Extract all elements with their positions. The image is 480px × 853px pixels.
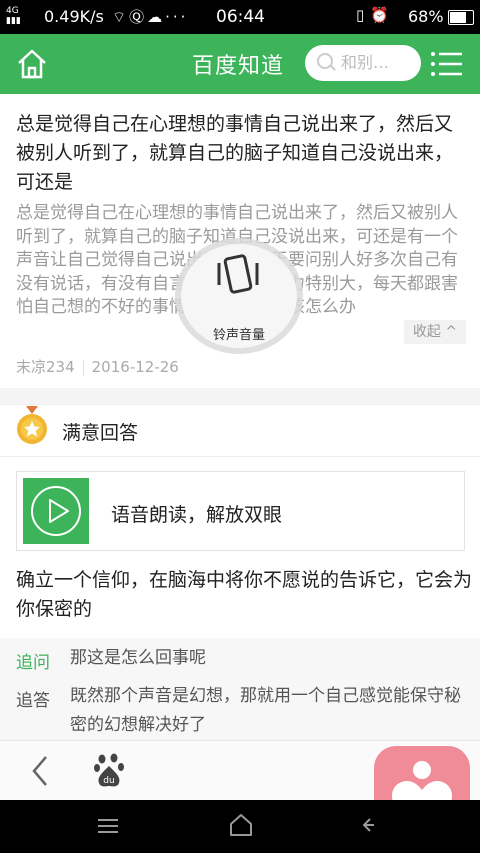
collapse-label: 收起: [412, 324, 441, 340]
cloud-icon: ☁: [147, 8, 166, 26]
answer-section-title: 满意回答: [62, 422, 139, 444]
menu-button[interactable]: [430, 50, 464, 78]
answer-text: 确立一个信仰，在脑海中将你不愿说的告诉它，它会为你保密的: [16, 569, 473, 620]
followup-ask-tag: 追问: [16, 653, 50, 673]
alarm-icon: ⏰: [370, 6, 395, 24]
menu-icon: [431, 52, 462, 76]
wifi-icon: ⌔: [112, 8, 130, 26]
search-box[interactable]: [305, 45, 421, 81]
voice-read-card[interactable]: 语音朗读，解放双眼: [16, 471, 465, 551]
status-icons-left: ⌔Ⓠ☁···: [112, 6, 188, 27]
battery-percent: 68%: [408, 7, 444, 26]
chevron-left-icon: [32, 756, 47, 786]
nav-home-icon: [230, 814, 252, 836]
battery-icon: [448, 10, 474, 25]
play-icon: [31, 486, 81, 536]
baidu-paw-icon: du: [94, 753, 124, 787]
voice-read-label: 语音朗读，解放双眼: [111, 504, 283, 526]
collapse-button[interactable]: 收起 ^: [404, 320, 466, 344]
medal-icon: [16, 406, 48, 446]
question-meta: 末凉234 2016-12-26: [16, 356, 179, 377]
nav-menu-button[interactable]: [96, 816, 120, 840]
search-input[interactable]: [341, 51, 415, 73]
system-nav-bar: [0, 800, 480, 853]
section-gap: [0, 388, 480, 405]
nav-back-icon: [362, 818, 374, 832]
network-speed: 0.49K/s: [44, 7, 104, 26]
back-button[interactable]: [24, 755, 54, 787]
divider: [0, 456, 480, 457]
question-date: 2016-12-26: [91, 358, 179, 376]
search-icon: [317, 53, 333, 69]
home-button[interactable]: [14, 46, 50, 82]
nav-home-button[interactable]: [228, 812, 254, 842]
baidu-paw-logo[interactable]: du: [94, 753, 124, 789]
svg-text:du: du: [103, 776, 114, 786]
nav-menu-icon: [98, 819, 118, 833]
status-bar: 4G ▮▮▮ 0.49K/s ⌔Ⓠ☁··· 06:44 ▯⏰ 68%: [0, 0, 480, 34]
question-title: 总是觉得自己在心理想的事情自己说出来了，然后又被别人听到了，就算自己的脑子知道自…: [16, 113, 454, 193]
app-title: 百度知道: [192, 54, 285, 79]
more-icon: ···: [165, 8, 189, 26]
chevron-up-icon: ^: [445, 324, 458, 340]
author-name[interactable]: 末凉234: [16, 358, 75, 376]
followup-list: 追问 那这是怎么回事呢 追答 既然那个声音是幻想，那就用一个自己感觉能保守秘密的…: [0, 638, 480, 742]
ringtone-volume-label: 铃声音量: [213, 327, 265, 343]
network-type: 4G ▮▮▮: [6, 6, 21, 26]
followup-ask-text: 那这是怎么回事呢: [70, 648, 206, 668]
clock: 06:44: [216, 7, 265, 27]
ringtone-volume-overlay: 铃声音量: [172, 235, 306, 357]
voice-play-button[interactable]: [23, 478, 89, 544]
followup-reply-text: 既然那个声音是幻想，那就用一个自己感觉能保守秘密的幻想解决好了: [70, 686, 461, 735]
nav-back-button[interactable]: [362, 814, 374, 840]
vibrate-icon: ▯: [356, 6, 371, 24]
status-icons-right: ▯⏰: [356, 6, 395, 24]
app-header: 百度知道: [0, 34, 480, 94]
home-icon: [18, 49, 46, 79]
q-app-icon: Ⓠ: [129, 8, 148, 26]
followup-reply-tag: 追答: [16, 691, 50, 711]
